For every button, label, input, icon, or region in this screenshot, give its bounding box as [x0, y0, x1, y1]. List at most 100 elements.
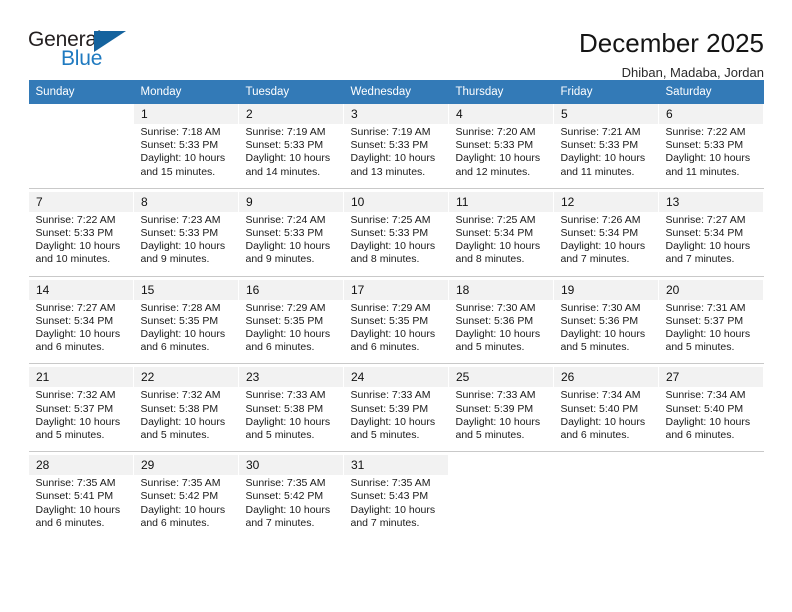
daylight-text-line1: Daylight: 10 hours — [455, 328, 541, 341]
sunrise-text: Sunrise: 7:27 AM — [665, 213, 746, 226]
daylight-text-line2: and 15 minutes. — [140, 165, 216, 178]
day-detail-cell: Sunrise: 7:25 AM Sunset: 5:34 PM Dayligh… — [448, 211, 554, 277]
daylight-text-line1: Daylight: 10 hours — [455, 240, 541, 253]
page-title: December 2025 — [579, 28, 764, 58]
daynum-cell[interactable]: 10 — [343, 191, 449, 212]
daynum-cell[interactable]: 1 — [133, 104, 239, 124]
week-4-details: Sunrise: 7:32 AM Sunset: 5:37 PM Dayligh… — [28, 387, 764, 453]
daynum-cell[interactable]: 6 — [658, 104, 764, 124]
daylight-text-line1: Daylight: 10 hours — [140, 240, 226, 253]
daynum-cell[interactable]: 14 — [28, 279, 134, 300]
daylight-text-line2: and 5 minutes. — [140, 429, 210, 442]
daynum-cell[interactable]: 25 — [448, 367, 554, 388]
daynum-cell[interactable]: 31 — [343, 455, 449, 476]
day-detail-cell: Sunrise: 7:29 AM Sunset: 5:35 PM Dayligh… — [238, 299, 344, 365]
daynum-cell[interactable]: 30 — [238, 455, 344, 476]
title-block: December 2025 Dhiban, Madaba, Jordan — [579, 28, 764, 83]
daylight-text-line2: and 6 minutes. — [245, 341, 315, 354]
daynum-cell[interactable]: 15 — [133, 279, 239, 300]
daynum-cell[interactable]: 18 — [448, 279, 554, 300]
daynum-cell[interactable]: 29 — [133, 455, 239, 476]
daynum-cell[interactable]: 5 — [553, 104, 659, 124]
daylight-text-line1: Daylight: 10 hours — [140, 152, 226, 165]
sunset-text: Sunset: 5:38 PM — [245, 402, 324, 415]
sunset-text: Sunset: 5:37 PM — [35, 402, 114, 415]
sunset-text: Sunset: 5:43 PM — [350, 490, 429, 503]
daynum-cell[interactable]: 21 — [28, 367, 134, 388]
daylight-text-line2: and 11 minutes. — [665, 165, 740, 178]
daynum-cell[interactable]: 9 — [238, 191, 344, 212]
daynum-cell[interactable]: 7 — [28, 191, 134, 212]
daynum-cell — [448, 455, 554, 476]
day-detail-cell: Sunrise: 7:34 AM Sunset: 5:40 PM Dayligh… — [658, 387, 764, 453]
daylight-text-line2: and 6 minutes. — [350, 341, 420, 354]
sunset-text: Sunset: 5:37 PM — [665, 314, 744, 327]
day-detail-cell: Sunrise: 7:29 AM Sunset: 5:35 PM Dayligh… — [343, 299, 449, 365]
sunset-text: Sunset: 5:33 PM — [245, 227, 324, 240]
daynum-cell[interactable]: 4 — [448, 104, 554, 124]
day-detail-cell: Sunrise: 7:33 AM Sunset: 5:39 PM Dayligh… — [448, 387, 554, 453]
daynum-cell[interactable]: 2 — [238, 104, 344, 124]
sunset-text: Sunset: 5:39 PM — [455, 402, 534, 415]
sunrise-text: Sunrise: 7:35 AM — [350, 477, 431, 490]
daylight-text-line2: and 7 minutes. — [245, 516, 315, 529]
week-2-daynumbers: 7 8 9 10 11 12 13 — [28, 191, 764, 212]
sunrise-text: Sunrise: 7:27 AM — [35, 301, 116, 314]
daynum-cell[interactable]: 13 — [658, 191, 764, 212]
daynum-cell[interactable]: 8 — [133, 191, 239, 212]
daynum-cell[interactable]: 17 — [343, 279, 449, 300]
sunrise-text: Sunrise: 7:24 AM — [245, 213, 326, 226]
day-detail-cell — [553, 475, 659, 540]
day-detail-cell: Sunrise: 7:25 AM Sunset: 5:33 PM Dayligh… — [343, 211, 449, 277]
daynum-cell[interactable]: 23 — [238, 367, 344, 388]
week-4-daynumbers: 21 22 23 24 25 26 27 — [28, 367, 764, 388]
day-detail-cell: Sunrise: 7:28 AM Sunset: 5:35 PM Dayligh… — [133, 299, 239, 365]
sunset-text: Sunset: 5:34 PM — [665, 227, 744, 240]
daylight-text-line1: Daylight: 10 hours — [35, 240, 121, 253]
daynum-cell[interactable]: 3 — [343, 104, 449, 124]
week-1-daynumbers: 1 2 3 4 5 6 — [28, 104, 764, 124]
day-detail-cell: Sunrise: 7:35 AM Sunset: 5:42 PM Dayligh… — [238, 475, 344, 540]
weekday-header-row: Sunday Monday Tuesday Wednesday Thursday… — [28, 80, 764, 104]
daynum-cell[interactable]: 11 — [448, 191, 554, 212]
sunrise-text: Sunrise: 7:22 AM — [35, 213, 116, 226]
sunrise-text: Sunrise: 7:29 AM — [245, 301, 326, 314]
sunset-text: Sunset: 5:33 PM — [350, 227, 429, 240]
logo-text-blue: Blue — [61, 47, 103, 70]
daynum-cell[interactable]: 24 — [343, 367, 449, 388]
weekday-tuesday: Tuesday — [238, 80, 344, 104]
daynum-cell[interactable]: 26 — [553, 367, 659, 388]
daylight-text-line1: Daylight: 10 hours — [35, 415, 121, 428]
daynum-cell[interactable]: 20 — [658, 279, 764, 300]
sunset-text: Sunset: 5:35 PM — [350, 314, 429, 327]
day-detail-cell: Sunrise: 7:26 AM Sunset: 5:34 PM Dayligh… — [553, 211, 659, 277]
daynum-cell[interactable]: 16 — [238, 279, 344, 300]
sunset-text: Sunset: 5:41 PM — [35, 490, 114, 503]
week-5-daynumbers: 28 29 30 31 — [28, 455, 764, 476]
day-detail-cell — [658, 475, 764, 540]
day-detail-cell: Sunrise: 7:30 AM Sunset: 5:36 PM Dayligh… — [553, 299, 659, 365]
daylight-text-line2: and 7 minutes. — [350, 516, 420, 529]
daynum-cell — [28, 104, 134, 124]
daylight-text-line2: and 5 minutes. — [455, 429, 525, 442]
sunrise-text: Sunrise: 7:20 AM — [455, 126, 536, 138]
daylight-text-line2: and 6 minutes. — [140, 516, 210, 529]
sunrise-text: Sunrise: 7:18 AM — [140, 126, 221, 138]
daylight-text-line1: Daylight: 10 hours — [350, 240, 436, 253]
sunset-text: Sunset: 5:38 PM — [140, 402, 219, 415]
daynum-cell[interactable]: 19 — [553, 279, 659, 300]
sunset-text: Sunset: 5:33 PM — [665, 139, 744, 152]
daynum-cell[interactable]: 12 — [553, 191, 659, 212]
daynum-cell[interactable]: 28 — [28, 455, 134, 476]
sunrise-text: Sunrise: 7:26 AM — [560, 213, 641, 226]
sunset-text: Sunset: 5:34 PM — [560, 227, 639, 240]
day-detail-cell: Sunrise: 7:34 AM Sunset: 5:40 PM Dayligh… — [553, 387, 659, 453]
day-detail-cell: Sunrise: 7:20 AM Sunset: 5:33 PM Dayligh… — [448, 124, 554, 189]
sunrise-text: Sunrise: 7:30 AM — [560, 301, 641, 314]
sunset-text: Sunset: 5:40 PM — [560, 402, 639, 415]
daylight-text-line1: Daylight: 10 hours — [665, 328, 751, 341]
daynum-cell[interactable]: 22 — [133, 367, 239, 388]
sunrise-text: Sunrise: 7:33 AM — [455, 389, 536, 402]
daynum-cell[interactable]: 27 — [658, 367, 764, 388]
daylight-text-line2: and 5 minutes. — [245, 429, 315, 442]
